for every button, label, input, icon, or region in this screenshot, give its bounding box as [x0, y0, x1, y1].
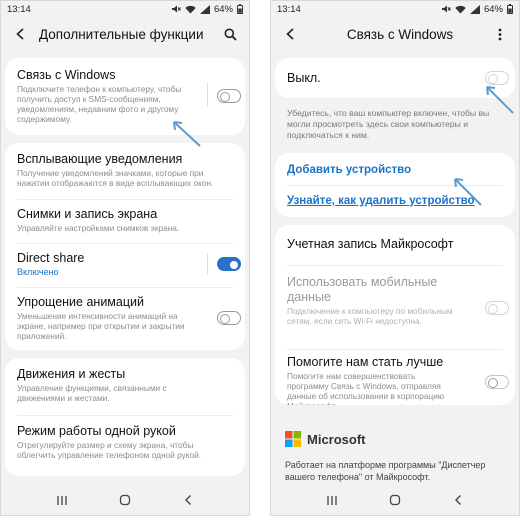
back-button[interactable] [11, 25, 29, 43]
item-subtitle: Подключение к компьютеру по мобильным се… [287, 306, 453, 326]
item-title: Использовать мобильные данные [287, 275, 438, 304]
nav-back-button[interactable] [178, 490, 198, 510]
recents-icon [327, 495, 337, 505]
divider [17, 243, 233, 244]
list-item-one-handed-mode[interactable]: Режим работы одной рукой Отрегулируйте р… [5, 424, 245, 460]
item-subtitle: Уменьшение интенсивности анимаций на экр… [17, 311, 185, 341]
navigation-bar [1, 485, 249, 515]
app-bar: Связь с Windows [271, 17, 519, 51]
item-title: Связь с Windows [17, 68, 116, 82]
footer-text: Работает на платформе программы "Диспетч… [285, 460, 486, 482]
card-settings: Учетная запись Майкрософт Использовать м… [275, 225, 515, 405]
divider [17, 415, 233, 416]
search-icon [224, 28, 237, 41]
divider [287, 349, 503, 350]
mobile-data-toggle[interactable] [485, 301, 509, 315]
list-item-reduce-animations[interactable]: Упрощение анимаций Уменьшение интенсивно… [5, 295, 245, 341]
more-options-button[interactable] [491, 25, 509, 43]
status-time: 13:14 [277, 3, 301, 15]
reduce-animations-toggle[interactable] [217, 311, 241, 325]
list-item-microsoft-account[interactable]: Учетная запись Майкрософт [275, 237, 515, 252]
back-arrow-icon [286, 28, 294, 40]
info-text: Убедитесь, что ваш компьютер включен, чт… [287, 108, 490, 140]
item-title: Режим работы одной рукой [17, 424, 176, 438]
item-title: Движения и жесты [17, 367, 126, 381]
app-bar: Дополнительные функции [1, 17, 249, 51]
vertical-divider [207, 83, 208, 107]
list-item-popup-notifications[interactable]: Всплывающие уведомления Получение уведом… [5, 152, 245, 188]
annotation-arrow-icon [173, 121, 201, 147]
left-phone-screen: 13:14 64% Дополнительные функции Связь с… [0, 0, 250, 516]
item-title: Помогите нам стать лучше [287, 355, 444, 369]
improve-toggle[interactable] [485, 375, 509, 389]
divider [17, 287, 233, 288]
list-item-screenshots[interactable]: Снимки и запись экрана Управляйте настро… [5, 207, 245, 233]
nav-back-button[interactable] [448, 490, 468, 510]
item-subtitle: Управление функциями, связанными с движе… [17, 383, 167, 403]
nav-back-icon [184, 495, 191, 505]
wifi-icon [185, 5, 196, 13]
card-link-to-windows: Связь с Windows Подключите телефон к ком… [5, 58, 245, 135]
card-features: Всплывающие уведомления Получение уведом… [5, 143, 245, 350]
vertical-divider [207, 253, 208, 275]
home-icon [119, 494, 131, 506]
divider [287, 265, 503, 266]
nav-back-icon [454, 495, 461, 505]
wifi-icon [455, 5, 466, 13]
home-icon [389, 494, 401, 506]
navigation-bar [271, 485, 519, 515]
microsoft-logo-icon [285, 431, 301, 447]
mute-icon [171, 5, 181, 13]
right-phone-screen: 13:14 64% Связь с Windows Выкл. Убедитес… [270, 0, 520, 516]
mute-icon [441, 5, 451, 13]
recents-button[interactable] [52, 490, 72, 510]
battery-icon [237, 4, 243, 14]
annotation-arrow-icon [486, 86, 514, 114]
back-button[interactable] [281, 25, 299, 43]
home-button[interactable] [115, 490, 135, 510]
battery-percent: 64% [213, 3, 233, 15]
page-title: Дополнительные функции [39, 26, 204, 42]
status-time: 13:14 [7, 3, 31, 15]
link-to-windows-toggle[interactable] [217, 89, 241, 103]
status-bar: 13:14 64% [1, 1, 249, 17]
microsoft-brand-name: Microsoft [307, 431, 366, 447]
item-status: Включено [17, 267, 59, 277]
list-item-direct-share[interactable]: Direct share Включено [5, 251, 245, 277]
signal-icon [469, 4, 480, 14]
item-subtitle: Отрегулируйте размер и схему экрана, что… [17, 440, 202, 460]
item-title: Снимки и запись экрана [17, 207, 158, 221]
recents-button[interactable] [322, 490, 342, 510]
back-arrow-icon [16, 28, 24, 40]
item-subtitle: Помогите нам совершенствовать программу … [287, 371, 445, 405]
microsoft-brand: Microsoft [285, 431, 366, 447]
recents-icon [57, 495, 67, 505]
item-title: Учетная запись Майкрософт [287, 237, 454, 251]
divider [17, 199, 233, 200]
annotation-arrow-icon [454, 178, 482, 206]
item-subtitle: Управляйте настройками снимков экрана. [17, 223, 180, 233]
list-item-improve[interactable]: Помогите нам стать лучше Помогите нам со… [275, 355, 470, 405]
item-title: Direct share [17, 251, 85, 265]
battery-percent: 64% [483, 3, 503, 15]
list-item-mobile-data[interactable]: Использовать мобильные данные Подключени… [275, 275, 470, 326]
direct-share-toggle[interactable] [217, 257, 241, 271]
status-bar: 13:14 64% [271, 1, 519, 17]
list-item-motions-gestures[interactable]: Движения и жесты Управление функциями, с… [5, 367, 245, 403]
signal-icon [199, 4, 210, 14]
list-item-link-to-windows[interactable]: Связь с Windows Подключите телефон к ком… [5, 68, 245, 124]
battery-icon [507, 4, 513, 14]
item-subtitle: Получение уведомлений значками, которые … [17, 168, 214, 188]
search-button[interactable] [221, 25, 239, 43]
more-vertical-icon [498, 28, 502, 40]
home-button[interactable] [385, 490, 405, 510]
master-toggle-label: Выкл. [287, 71, 321, 85]
page-title: Связь с Windows [346, 26, 454, 42]
item-title: Упрощение анимаций [17, 295, 144, 309]
item-title: Всплывающие уведомления [17, 152, 183, 166]
card-motions: Движения и жесты Управление функциями, с… [5, 358, 245, 476]
